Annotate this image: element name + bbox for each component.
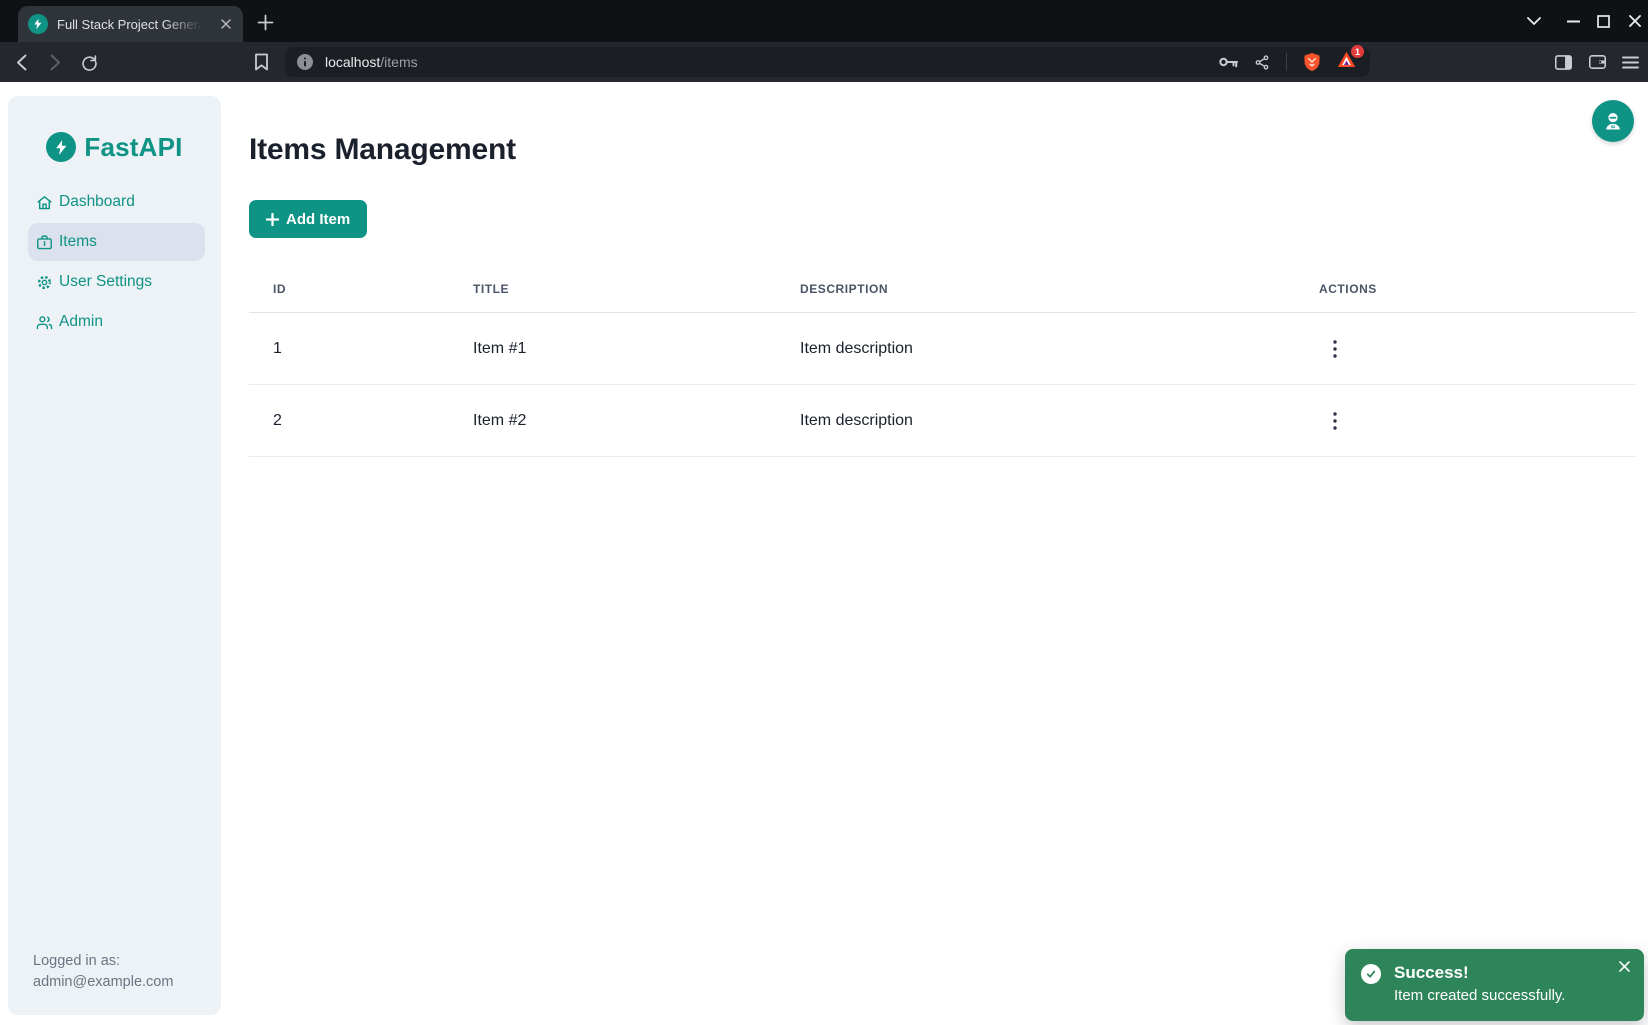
forward-button[interactable] (42, 49, 68, 75)
toast-message: Item created successfully. (1394, 984, 1565, 1008)
url-path: /items (380, 54, 417, 70)
column-header-actions: ACTIONS (1295, 282, 1636, 296)
check-circle-icon (1361, 964, 1381, 984)
toast-title: Success! (1394, 962, 1565, 984)
url-host: localhost (325, 54, 380, 70)
column-header-id: ID (249, 282, 449, 296)
rewards-notification-badge: 1 (1351, 45, 1364, 58)
row-actions-kebab-icon[interactable] (1319, 333, 1351, 365)
tab-close-icon[interactable] (217, 15, 235, 33)
add-item-button[interactable]: Add Item (249, 200, 367, 238)
items-table: ID TITLE DESCRIPTION ACTIONS 1 Item #1 I… (249, 266, 1636, 457)
app-page: FastAPI Dashboard Items User Settings (0, 82, 1648, 1025)
share-icon[interactable] (1254, 54, 1270, 71)
gear-icon (36, 274, 53, 291)
window-close-button[interactable] (1626, 12, 1644, 30)
column-header-description: DESCRIPTION (776, 282, 1295, 296)
sidebar: FastAPI Dashboard Items User Settings (8, 96, 221, 1015)
fastapi-logo[interactable]: FastAPI (8, 130, 221, 164)
tab-title: Full Stack Project Genera (57, 17, 207, 32)
reload-button[interactable] (76, 49, 102, 75)
cell-id: 1 (249, 340, 449, 358)
user-astronaut-icon (1601, 109, 1625, 133)
success-toast: Success! Item created successfully. (1345, 949, 1644, 1021)
add-item-label: Add Item (286, 211, 350, 228)
cell-description: Item description (776, 412, 1295, 430)
logged-in-info: Logged in as: admin@example.com (33, 951, 173, 993)
table-header-row: ID TITLE DESCRIPTION ACTIONS (249, 266, 1636, 313)
toolbar-divider (1286, 53, 1287, 71)
cell-id: 2 (249, 412, 449, 430)
sidebar-nav: Dashboard Items User Settings Admin (8, 183, 221, 341)
cell-title: Item #1 (449, 340, 776, 358)
browser-tab[interactable]: Full Stack Project Genera (18, 6, 243, 42)
logged-in-email: admin@example.com (33, 972, 173, 993)
browser-toolbar: localhost/items 1 (0, 42, 1648, 82)
toast-close-icon[interactable] (1616, 958, 1632, 974)
sidebar-item-label: Admin (59, 313, 103, 331)
site-info-icon[interactable] (297, 54, 313, 70)
sidebar-item-label: Dashboard (59, 193, 135, 211)
sidebar-item-admin[interactable]: Admin (28, 303, 205, 341)
browser-tab-strip: Full Stack Project Genera (0, 0, 1648, 42)
cell-description: Item description (776, 340, 1295, 358)
menu-hamburger-icon[interactable] (1618, 50, 1642, 74)
plus-icon (266, 213, 279, 226)
row-actions-kebab-icon[interactable] (1319, 405, 1351, 437)
page-title: Items Management (249, 134, 1636, 166)
password-key-icon[interactable] (1219, 56, 1238, 68)
url-text: localhost/items (325, 54, 418, 70)
fastapi-favicon-icon (28, 14, 48, 34)
fastapi-bolt-icon (46, 132, 76, 162)
column-header-title: TITLE (449, 282, 776, 296)
home-icon (36, 194, 53, 211)
wallet-icon[interactable] (1585, 50, 1609, 74)
new-tab-button[interactable] (254, 11, 276, 33)
tab-search-chevron-icon[interactable] (1525, 12, 1543, 30)
logo-text: FastAPI (84, 132, 182, 163)
window-minimize-button[interactable] (1564, 12, 1582, 30)
bookmark-icon[interactable] (248, 49, 274, 75)
sidebar-item-label: Items (59, 233, 97, 251)
table-row: 1 Item #1 Item description (249, 313, 1636, 385)
main-content: Items Management Add Item ID TITLE DESCR… (249, 134, 1636, 457)
sidebar-toggle-icon[interactable] (1551, 50, 1575, 74)
logged-in-label: Logged in as: (33, 951, 173, 972)
sidebar-item-items[interactable]: Items (28, 223, 205, 261)
briefcase-icon (36, 234, 53, 251)
window-maximize-button[interactable] (1594, 12, 1612, 30)
sidebar-item-dashboard[interactable]: Dashboard (28, 183, 205, 221)
brave-shield-icon[interactable] (1303, 52, 1321, 72)
address-bar[interactable]: localhost/items 1 (285, 47, 1370, 77)
users-icon (36, 314, 53, 331)
back-button[interactable] (8, 49, 34, 75)
table-row: 2 Item #2 Item description (249, 385, 1636, 457)
sidebar-item-user-settings[interactable]: User Settings (28, 263, 205, 301)
sidebar-item-label: User Settings (59, 273, 152, 291)
cell-title: Item #2 (449, 412, 776, 430)
